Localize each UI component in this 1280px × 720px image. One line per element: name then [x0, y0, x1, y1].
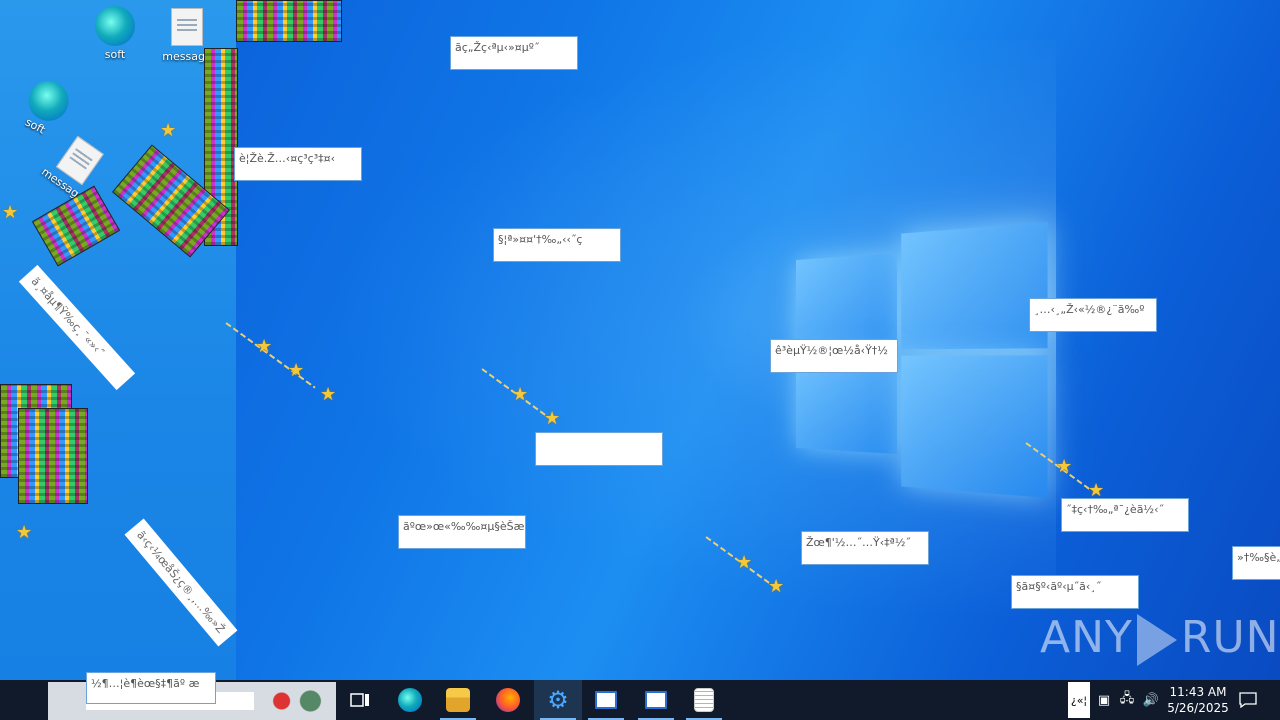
star-icon: ★	[512, 384, 529, 405]
folder-icon	[446, 688, 470, 712]
desktop-icon-label: soft	[104, 48, 126, 61]
desktop-label: §ã¤§º‹ãº‹µ˝ã‹¸˝	[1011, 575, 1139, 609]
volume-icon[interactable]: 🔊	[1140, 680, 1162, 720]
desktop-label: ê³èµŸ½®¦œ½å‹Ÿ†½	[770, 339, 898, 373]
edge-icon	[95, 6, 135, 46]
notification-icon	[1239, 692, 1257, 708]
notification-center-button[interactable]	[1236, 680, 1260, 720]
gear-icon: ⚙	[547, 686, 569, 714]
desktop-label: è¦Žè.Ž…‹¤ç³ç³‡¤‹	[234, 147, 362, 181]
star-icon: ★	[768, 576, 785, 597]
network-icon[interactable]: 🖧	[1116, 680, 1138, 720]
notepad-button[interactable]	[680, 680, 728, 720]
window-app-button-2[interactable]	[632, 680, 680, 720]
desktop-label: ãºœ»œ«‰‰¤µ§èŠæ‹	[398, 515, 526, 549]
glitch-block	[236, 0, 342, 42]
star-icon: ★	[288, 360, 305, 381]
meet-now-icon[interactable]: ▣	[1094, 680, 1114, 720]
notepad-icon	[694, 688, 714, 712]
desktop-label: Žœ¶'½…˝…Ÿ‹‡ª½˝	[801, 531, 929, 565]
file-explorer-button[interactable]	[434, 680, 482, 720]
desktop-label	[535, 432, 663, 466]
window-icon	[645, 691, 667, 709]
firefox-button[interactable]	[484, 680, 532, 720]
task-view-icon	[350, 693, 369, 707]
star-icon: ★	[2, 202, 19, 223]
desktop-label: ãç„Žç‹ªµ‹»¤µº˝	[450, 36, 578, 70]
taskbar-clock[interactable]: 11:43 AM 5/26/2025	[1160, 684, 1236, 716]
star-icon: ★	[1088, 480, 1105, 501]
desktop-label: §¦ª»¤¤'†‰„‹‹˝ç	[493, 228, 621, 262]
glitch-block	[18, 408, 88, 504]
desktop-icon-edge[interactable]: soft	[80, 6, 150, 61]
star-icon: ★	[320, 384, 337, 405]
star-icon: ★	[256, 336, 273, 357]
news-widget-icon[interactable]	[260, 686, 332, 716]
edge-icon	[398, 688, 422, 712]
desktop-label: ˝‡ç‹†‰„ª¯¿èã½‹˝	[1061, 498, 1189, 532]
play-icon	[1136, 614, 1177, 666]
star-icon: ★	[736, 552, 753, 573]
task-view-button[interactable]	[336, 680, 384, 720]
desktop: soft message soft message ãç„Žç‹ªµ‹»¤µº˝…	[0, 0, 1280, 680]
clock-date: 5/26/2025	[1167, 701, 1229, 715]
star-icon: ★	[16, 522, 33, 543]
star-icon: ★	[1056, 456, 1073, 477]
desktop-label: ½¶…¦è¶èœ§‡¶ãº æ	[86, 672, 216, 704]
desktop-label: ¸…‹¸„Ž‹«½®¿¨ã‰º	[1029, 298, 1157, 332]
document-icon	[171, 8, 203, 46]
settings-button[interactable]: ⚙	[534, 680, 582, 720]
star-icon: ★	[544, 408, 561, 429]
window-app-button-1[interactable]	[582, 680, 630, 720]
anyrun-watermark: ANY RUN	[1040, 612, 1280, 666]
window-icon	[595, 691, 617, 709]
firefox-icon	[496, 688, 520, 712]
clock-time: 11:43 AM	[1169, 685, 1227, 699]
edge-taskbar-button[interactable]	[386, 680, 434, 720]
star-icon: ★	[160, 120, 177, 141]
input-method-indicator[interactable]: ¿«¦	[1068, 682, 1090, 718]
desktop-label: »†‰§è„ã	[1232, 546, 1280, 580]
watermark-text-left: ANY	[1040, 612, 1133, 663]
watermark-text-right: RUN	[1180, 612, 1280, 663]
